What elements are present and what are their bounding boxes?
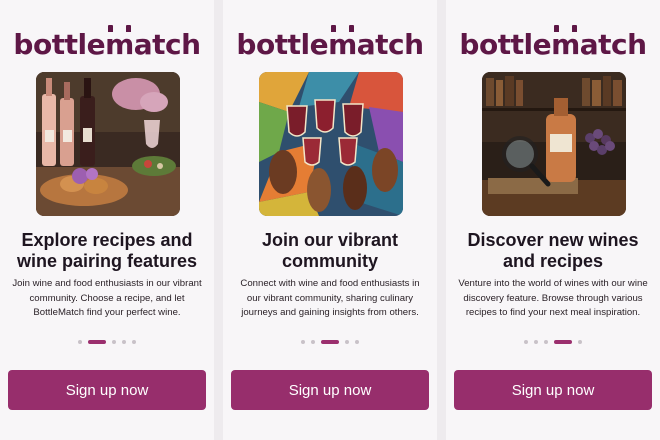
page-dot[interactable] <box>524 340 528 344</box>
screen-description: Venture into the world of wines with our… <box>458 278 648 318</box>
toasting-glasses-image <box>259 72 403 216</box>
page-dot[interactable] <box>132 340 136 344</box>
page-dot[interactable] <box>112 340 116 344</box>
screen-title: Join our vibrant community <box>261 230 398 271</box>
page-dot[interactable] <box>534 340 538 344</box>
onboarding-screen-community: bottlematch Join our vibrant community C <box>223 0 437 440</box>
page-dot[interactable] <box>345 340 349 344</box>
page-dot-active[interactable] <box>88 340 106 344</box>
sign-up-button[interactable]: Sign up now <box>454 370 652 410</box>
page-dot[interactable] <box>355 340 359 344</box>
bottlematch-logo: bottlematch <box>236 25 424 61</box>
page-dot[interactable] <box>122 340 126 344</box>
bottlematch-logo: bottlematch <box>459 25 647 61</box>
page-dot[interactable] <box>311 340 315 344</box>
wine-bottles-food-image <box>36 72 180 216</box>
page-indicator <box>0 340 214 344</box>
sign-up-button[interactable]: Sign up now <box>8 370 206 410</box>
page-dot-active[interactable] <box>321 340 339 344</box>
page-dot[interactable] <box>78 340 82 344</box>
screen-description: Connect with wine and food enthusiasts i… <box>240 278 420 318</box>
page-dot-active[interactable] <box>554 340 572 344</box>
page-dot[interactable] <box>301 340 305 344</box>
screen-title: Discover new wines and recipes <box>467 230 639 271</box>
onboarding-screen-explore: bottlematch Explore recipes and wine pai… <box>0 0 214 440</box>
page-dot[interactable] <box>578 340 582 344</box>
sign-up-button[interactable]: Sign up now <box>231 370 429 410</box>
bottlematch-logo: bottlematch <box>13 25 201 61</box>
onboarding-screen-discover: bottlematch Discover new wines and recip… <box>446 0 660 440</box>
page-dot[interactable] <box>544 340 548 344</box>
page-indicator <box>223 340 437 344</box>
screen-title: Explore recipes and wine pairing feature… <box>16 230 198 271</box>
screen-description: Join wine and food enthusiasts in our vi… <box>12 278 202 318</box>
magnifying-glass-bottle-image <box>482 72 626 216</box>
page-indicator <box>446 340 660 344</box>
